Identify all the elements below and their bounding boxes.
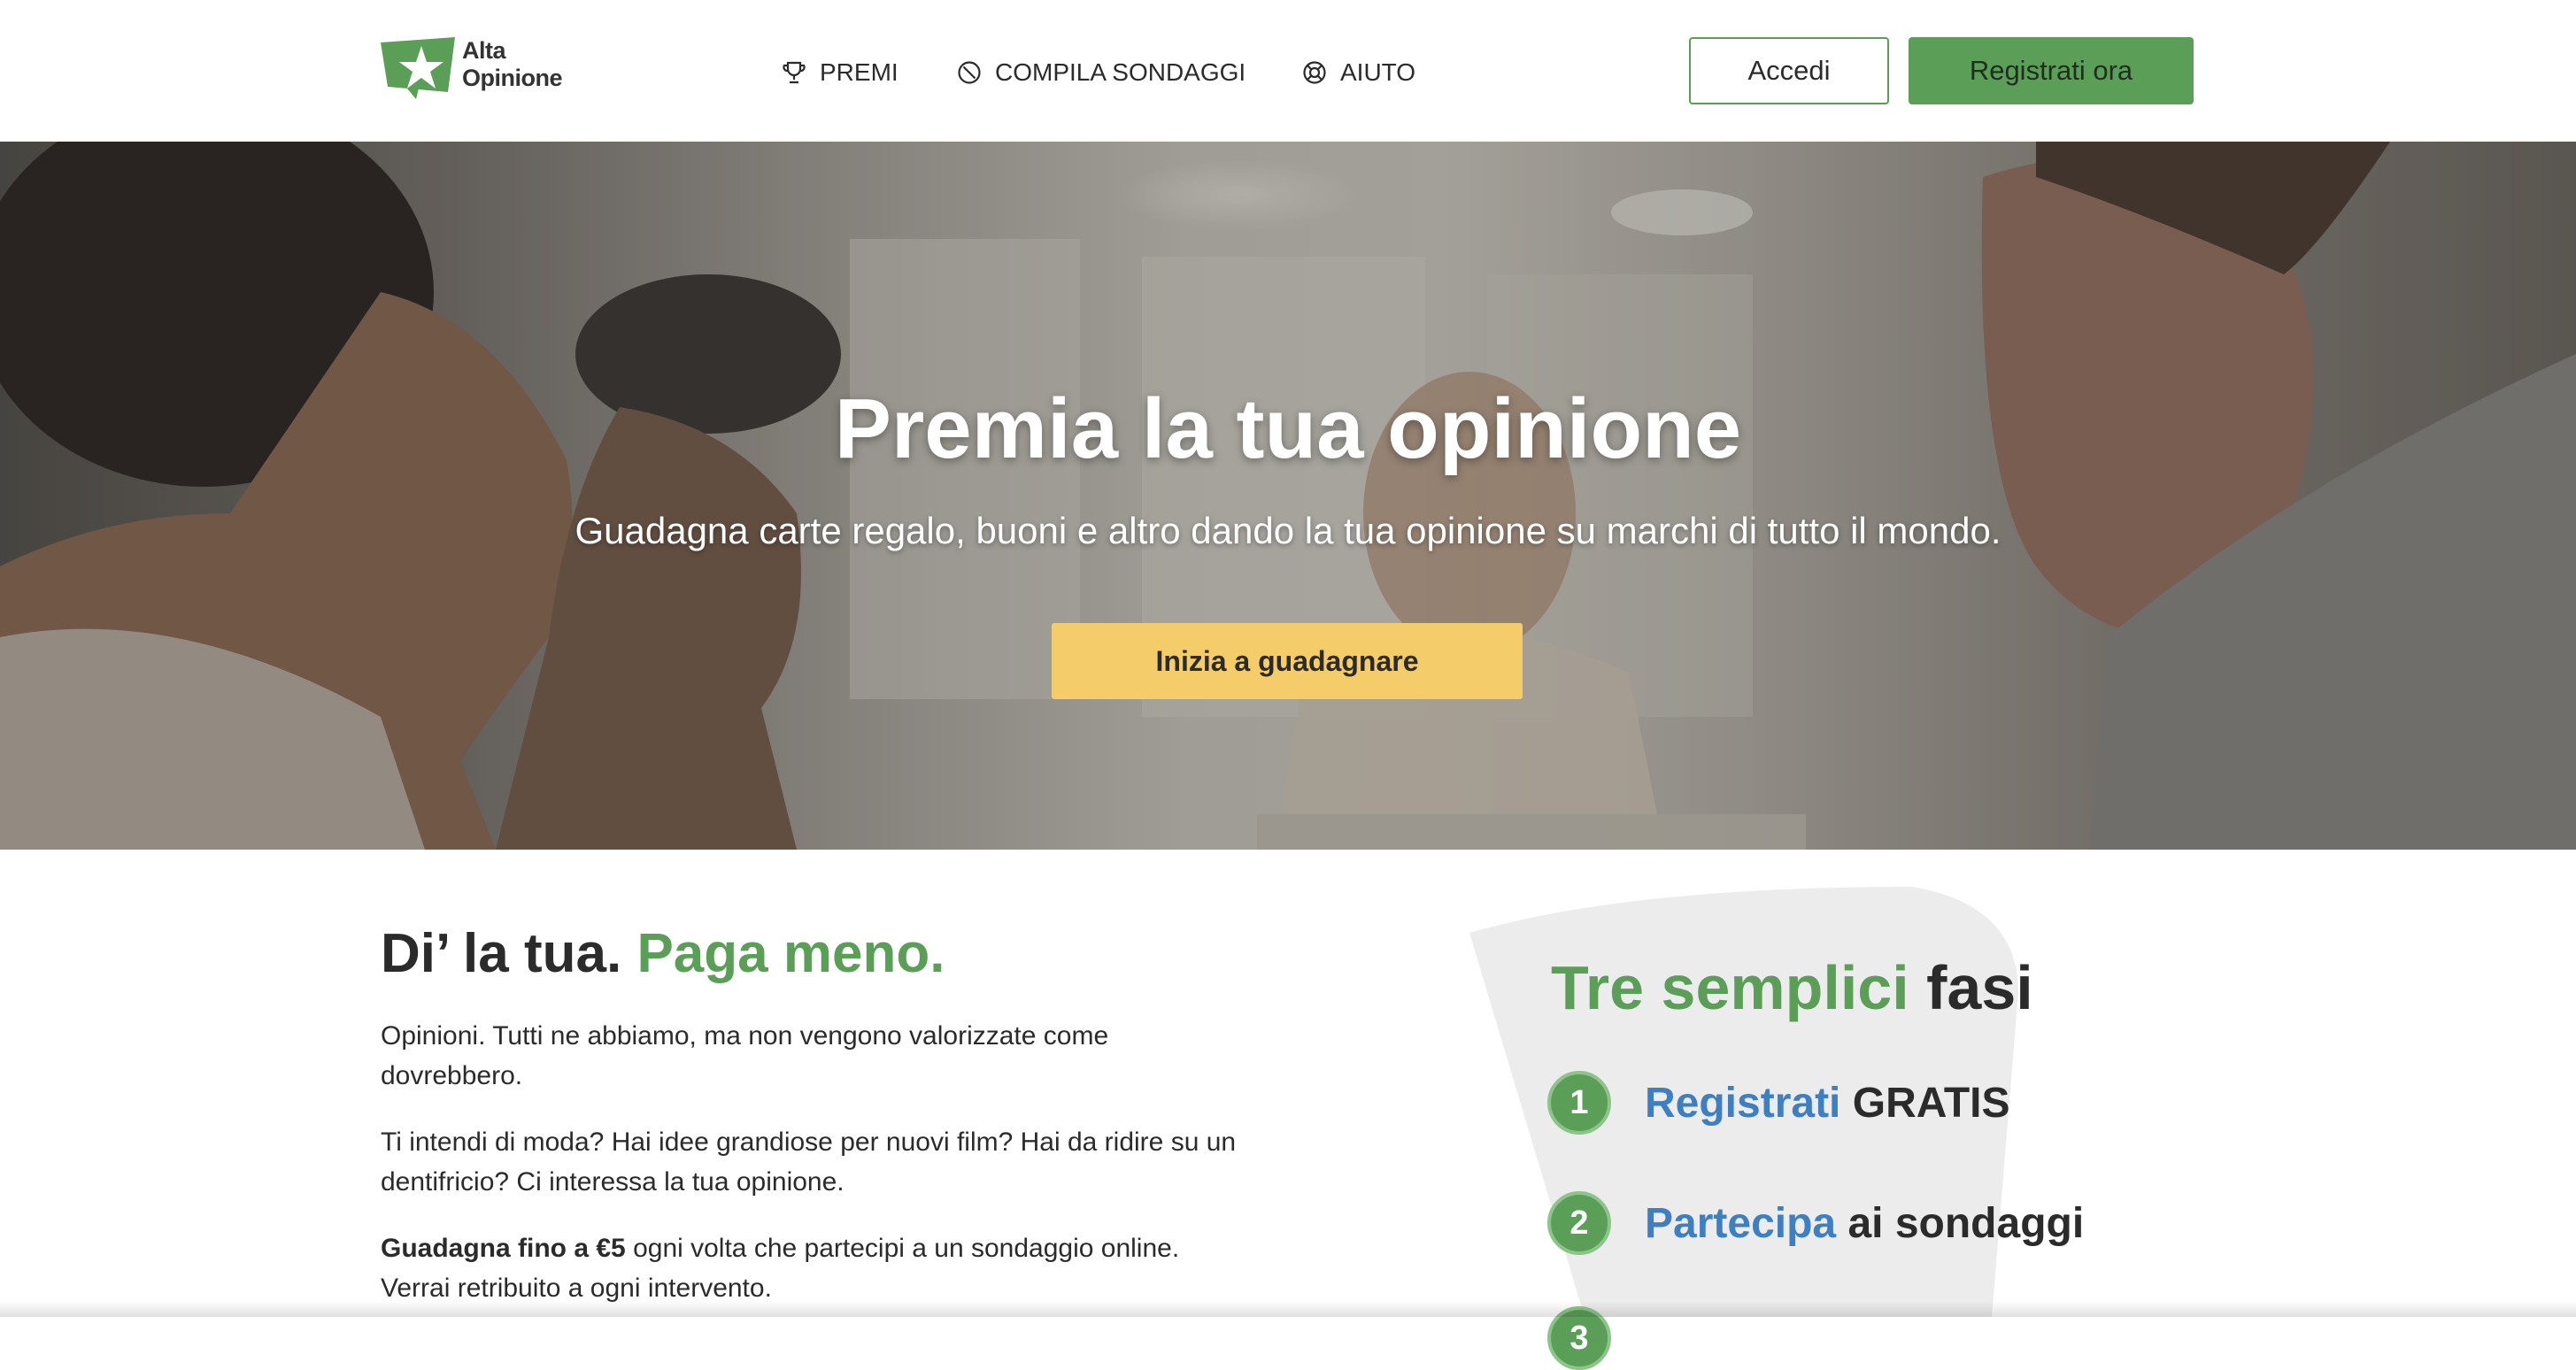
intro-paragraph-2: Ti intendi di moda? Hai idee grandiose p… [381,1128,1237,1197]
intro-heading-green: Paga meno. [636,923,945,984]
nav-item-premi[interactable]: PREMI [781,48,899,97]
nav-item-compila-sondaggi[interactable]: COMPILA SONDAGGI [956,48,1246,97]
bottom-scroll-shadow [0,1301,2576,1317]
step-text-highlight: Partecipa [1645,1199,1837,1247]
nav-label-compila-sondaggi: COMPILA SONDAGGI [995,58,1246,86]
hero-title: Premia la tua opinione [834,381,1742,476]
step-text-rest: ai sondaggi [1847,1199,2085,1247]
nav-label-aiuto: AIUTO [1340,58,1416,86]
alta-opinione-logo[interactable]: Alta Opinione [381,34,567,101]
start-earning-button[interactable]: Inizia a guadagnare [1052,623,1523,699]
steps-title-dark: fasi [1926,953,2033,1022]
login-button[interactable]: Accedi [1689,37,1889,104]
steps-title: Tre semplici fasi [1551,952,2033,1023]
lifebuoy-icon [1303,61,1326,84]
step-text-rest: GRATIS [1852,1079,2010,1127]
hero-banner: Premia la tua opinione Guadagna carte re… [0,142,2576,850]
nav-label-premi: PREMI [820,58,899,86]
nav-item-aiuto[interactable]: AIUTO [1301,48,1415,97]
step-number-badge: 1 [1547,1071,1611,1135]
hero-subtitle: Guadagna carte regalo, buoni e altro dan… [575,510,2001,551]
step-text: Partecipa ai sondaggi [1645,1199,2084,1248]
steps-title-green: Tre semplici [1551,953,1909,1022]
logo-line-1: Alta [462,37,506,64]
intro-heading: Di’ la tua. Paga meno. [381,922,945,985]
trophy-icon [783,61,806,84]
earn-amount-text: Guadagna fino a €5 [381,1234,626,1263]
logo-line-2: Opinione [462,65,563,91]
logo-text: Alta Opinione [462,37,563,92]
hero-overlay [0,142,2576,850]
intro-heading-dark: Di’ la tua. [381,923,622,984]
ban-circle-icon [958,61,981,84]
step-number-badge: 2 [1547,1191,1611,1255]
step-item-1: 1 Registrati GRATIS [1547,1071,2010,1135]
intro-paragraph-3: Guadagna fino a €5 ogni volta che partec… [381,1228,1248,1308]
intro-paragraph-1: Opinioni. Tutti ne abbiamo, ma non vengo… [381,1021,1109,1090]
register-button[interactable]: Registrati ora [1909,37,2194,104]
site-header: Alta Opinione PREMI COMPILA SONDAGGI AIU… [0,0,2576,142]
step-text-highlight: Registrati [1645,1079,1841,1127]
logo-star-icon [381,37,455,99]
step-item-2: 2 Partecipa ai sondaggi [1547,1191,2084,1255]
step-text: Registrati GRATIS [1645,1079,2010,1128]
